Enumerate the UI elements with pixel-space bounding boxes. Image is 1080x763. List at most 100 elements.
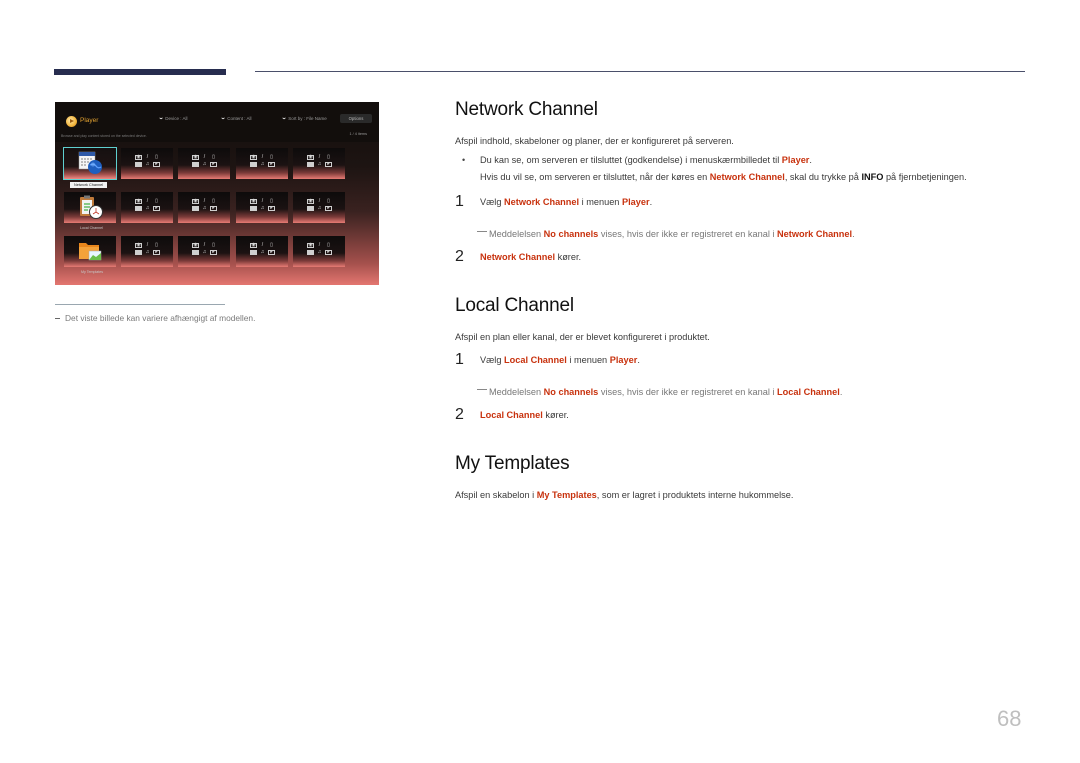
tile-label-local-channel: Local Channel [80, 226, 103, 230]
music-icon: ♫ [317, 249, 322, 255]
network-step-2: Network Channel kører. [480, 252, 582, 262]
folder-icon [135, 250, 142, 255]
media-tile[interactable]: ◉ / ▯ ♫ ▸ [178, 148, 230, 179]
dash-icon [55, 318, 60, 320]
video-icon: ▸ [153, 250, 160, 255]
usb-icon: ▯ [270, 154, 273, 160]
local-step-1: Vælg Local Channel i menuen Player. [480, 355, 640, 365]
options-button[interactable]: Options [340, 114, 372, 123]
wrench-icon: / [203, 242, 206, 248]
content-filter[interactable]: ⌄ Content : All [220, 115, 252, 121]
usb-icon: ▯ [155, 242, 158, 248]
music-icon: ♫ [260, 161, 265, 167]
bullet-icon: • [462, 155, 466, 165]
folder-icon [307, 162, 314, 167]
photo-icon: ◉ [135, 198, 142, 204]
photo-icon: ◉ [250, 154, 257, 160]
device-filter[interactable]: ⌄ Device : All [158, 115, 188, 121]
media-tile[interactable]: ◉ / ▯ ♫ ▸ [293, 148, 345, 179]
usb-icon: ▯ [270, 198, 273, 204]
my-templates-heading: My Templates [455, 453, 570, 474]
calendar-globe-icon [78, 151, 102, 174]
wrench-icon: / [146, 154, 149, 160]
media-tile[interactable]: ◉ / ▯ ♫ ▸ [293, 192, 345, 223]
folder-icon [250, 206, 257, 211]
tile-local-channel[interactable] [64, 192, 116, 223]
usb-icon: ▯ [327, 198, 330, 204]
music-icon: ♫ [145, 161, 150, 167]
media-tile[interactable]: ◉ / ▯ ♫ ▸ [178, 192, 230, 223]
wrench-icon: / [203, 154, 206, 160]
local-note: Meddelelsen No channels vises, hvis der … [477, 387, 842, 397]
folder-icon [307, 250, 314, 255]
video-icon: ▸ [325, 250, 332, 255]
player-logo-icon [66, 116, 77, 127]
media-icon-group: ◉ / ▯ ♫ ▸ [307, 243, 333, 255]
photo-icon: ◉ [135, 154, 142, 160]
network-bullet-line-2: Hvis du vil se, om serveren er tilslutte… [480, 172, 967, 182]
media-icon-group: ◉ / ▯ ♫ ▸ [250, 199, 276, 211]
media-tile[interactable]: ◉ / ▯ ♫ ▸ [236, 236, 288, 267]
tile-network-channel[interactable] [63, 147, 117, 180]
chevron-down-icon: ⌄ [158, 115, 165, 121]
usb-icon: ▯ [212, 242, 215, 248]
media-tile[interactable]: ◉ / ▯ ♫ ▸ [121, 192, 173, 223]
wrench-icon: / [318, 154, 321, 160]
network-step-1-number: 1 [455, 193, 464, 210]
video-icon: ▸ [268, 250, 275, 255]
network-step-2-number: 2 [455, 248, 464, 265]
clipboard-clock-icon [80, 195, 103, 219]
wrench-icon: / [318, 198, 321, 204]
wrench-icon: / [318, 242, 321, 248]
network-bullet-line-1: Du kan se, om serveren er tilsluttet (go… [480, 155, 812, 165]
folder-icon [192, 250, 199, 255]
media-icon-group: ◉ / ▯ ♫ ▸ [307, 155, 333, 167]
video-icon: ▸ [210, 250, 217, 255]
wrench-icon: / [146, 198, 149, 204]
network-channel-heading: Network Channel [455, 99, 598, 120]
media-icon-group: ◉ / ▯ ♫ ▸ [135, 199, 161, 211]
photo-icon: ◉ [307, 154, 314, 160]
usb-icon: ▯ [155, 198, 158, 204]
media-icon-group: ◉ / ▯ ♫ ▸ [192, 243, 218, 255]
media-tile[interactable]: ◉ / ▯ ♫ ▸ [236, 192, 288, 223]
media-tile[interactable]: ◉ / ▯ ♫ ▸ [121, 236, 173, 267]
device-filter-label: Device : All [165, 115, 188, 121]
wrench-icon: / [203, 198, 206, 204]
music-icon: ♫ [202, 161, 207, 167]
video-icon: ▸ [153, 206, 160, 211]
templates-intro: Afspil en skabelon i My Templates, som e… [455, 490, 794, 500]
photo-icon: ◉ [307, 242, 314, 248]
media-icon-group: ◉ / ▯ ♫ ▸ [135, 243, 161, 255]
network-step-1: Vælg Network Channel i menuen Player. [480, 197, 653, 207]
media-tile[interactable]: ◉ / ▯ ♫ ▸ [293, 236, 345, 267]
music-icon: ♫ [317, 205, 322, 211]
tile-my-templates[interactable] [64, 236, 116, 267]
music-icon: ♫ [317, 161, 322, 167]
music-icon: ♫ [145, 205, 150, 211]
media-tile[interactable]: ◉ / ▯ ♫ ▸ [121, 148, 173, 179]
local-step-2-number: 2 [455, 406, 464, 423]
media-tile[interactable]: ◉ / ▯ ♫ ▸ [178, 236, 230, 267]
photo-icon: ◉ [250, 242, 257, 248]
folder-icon [250, 250, 257, 255]
item-count: 1 / 4 items [349, 132, 367, 136]
media-icon-group: ◉ / ▯ ♫ ▸ [250, 155, 276, 167]
photo-icon: ◉ [135, 242, 142, 248]
photo-icon: ◉ [192, 154, 199, 160]
folder-icon [250, 162, 257, 167]
sort-filter[interactable]: ⌄ Sort by : File Name [281, 115, 327, 121]
local-intro: Afspil en plan eller kanal, der er bleve… [455, 332, 710, 342]
video-icon: ▸ [153, 162, 160, 167]
wrench-icon: / [261, 154, 264, 160]
content-filter-label: Content : All [227, 115, 252, 121]
sort-filter-label: Sort by : File Name [288, 115, 327, 121]
media-tile[interactable]: ◉ / ▯ ♫ ▸ [236, 148, 288, 179]
folder-image-icon [79, 243, 102, 261]
media-icon-group: ◉ / ▯ ♫ ▸ [307, 199, 333, 211]
header-rule [255, 71, 1025, 72]
media-icon-group: ◉ / ▯ ♫ ▸ [192, 155, 218, 167]
local-channel-heading: Local Channel [455, 295, 574, 316]
music-icon: ♫ [202, 205, 207, 211]
image-caption: Det viste billede kan variere afhængigt … [55, 313, 255, 323]
